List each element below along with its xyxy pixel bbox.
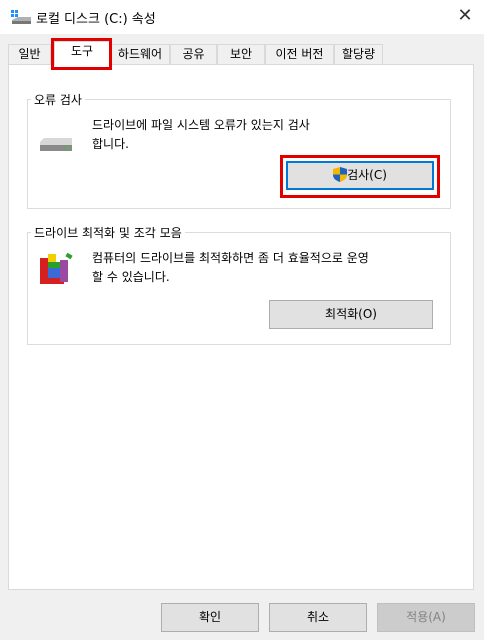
check-button[interactable]: 검사(C) (286, 161, 434, 190)
tab-security[interactable]: 보안 (217, 44, 265, 65)
optimize-button[interactable]: 최적화(O) (269, 300, 433, 329)
title-bar: 로컬 디스크 (C:) 속성 ✕ (0, 0, 484, 34)
check-button-label: 검사(C) (347, 168, 387, 182)
tab-previous-versions[interactable]: 이전 버전 (265, 44, 334, 65)
close-button[interactable]: ✕ (452, 4, 478, 30)
defrag-icon (40, 252, 73, 284)
desc-line: 컴퓨터의 드라이브를 최적화하면 좀 더 효율적으로 운영 (92, 251, 369, 265)
tab-hardware[interactable]: 하드웨어 (110, 44, 170, 65)
ok-button[interactable]: 확인 (161, 603, 259, 632)
apply-button[interactable]: 적용(A) (377, 603, 475, 632)
optimize-title: 드라이브 최적화 및 조각 모음 (31, 224, 185, 241)
tab-general[interactable]: 일반 (8, 44, 51, 65)
tab-sharing[interactable]: 공유 (170, 44, 217, 65)
uac-shield-icon (333, 167, 348, 182)
error-check-description: 드라이브에 파일 시스템 오류가 있는지 검사 합니다. (92, 116, 310, 154)
highlight-box-tab (51, 38, 112, 70)
optimize-description: 컴퓨터의 드라이브를 최적화하면 좀 더 효율적으로 운영 할 수 있습니다. (92, 249, 369, 287)
error-check-title: 오류 검사 (31, 91, 85, 108)
tab-quota[interactable]: 할당량 (334, 44, 383, 65)
drive-icon (11, 10, 31, 24)
window-title: 로컬 디스크 (C:) 속성 (36, 12, 156, 27)
desc-line: 합니다. (92, 137, 129, 151)
hard-drive-icon (40, 138, 72, 151)
cancel-button[interactable]: 취소 (269, 603, 367, 632)
desc-line: 할 수 있습니다. (92, 270, 170, 284)
desc-line: 드라이브에 파일 시스템 오류가 있는지 검사 (92, 118, 310, 132)
